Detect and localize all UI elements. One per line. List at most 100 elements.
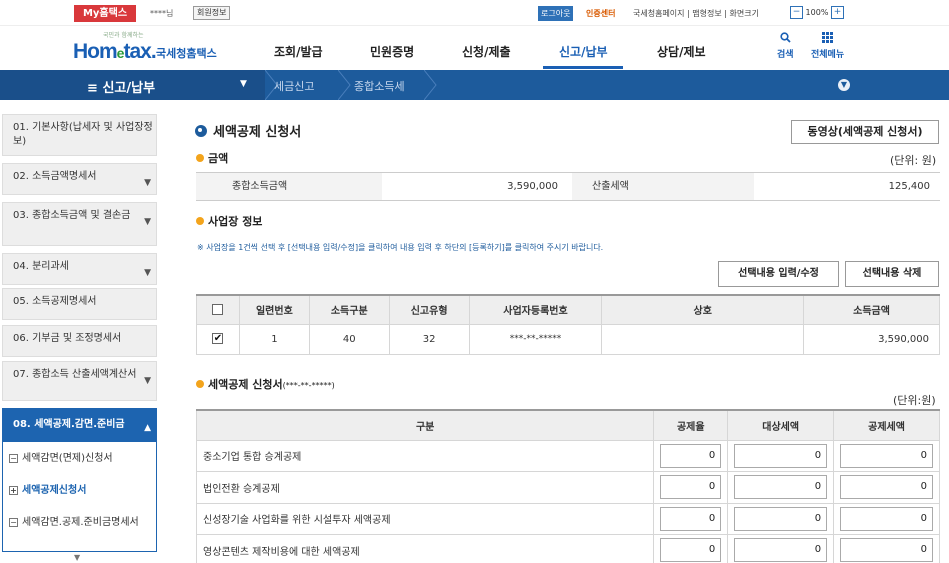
deduct-tax-input[interactable]: 0 — [840, 475, 933, 500]
sidebar-item-calc-tax[interactable]: 07. 종합소득 산출세액계산서 ▼ — [2, 361, 157, 401]
grid-icon — [811, 32, 844, 47]
target-tax-input[interactable]: 0 — [734, 506, 828, 531]
section-bullet-icon — [196, 154, 204, 162]
target-tax-input[interactable]: 0 — [734, 443, 828, 468]
edit-selected-button[interactable]: 선택내용 입력/수정 — [718, 261, 839, 287]
breadcrumb-tax-report[interactable]: 세금신고 — [274, 78, 314, 94]
breadcrumb-separator-icon — [424, 70, 437, 100]
gnb-menu-apply[interactable]: 신청/제출 — [462, 43, 511, 60]
sidebar-item-separate-tax[interactable]: 04. 분리과세 ▼ — [2, 253, 157, 285]
profile-button[interactable]: 회원정보 — [193, 6, 231, 20]
col-header: 공제율 — [653, 409, 729, 441]
col-header: 소득구분 — [308, 294, 390, 325]
gnb-menu-inquiry[interactable]: 조회/발급 — [274, 43, 323, 60]
business-name-cell — [601, 323, 805, 355]
zoom-control: − 100% + — [790, 6, 844, 19]
page-title: 세액공제 신청서 — [195, 121, 301, 140]
chevron-down-icon: ▼ — [144, 376, 151, 386]
zoom-value: 100% — [805, 8, 829, 17]
target-tax-input[interactable]: 0 — [734, 538, 828, 563]
sidebar-submenu: − 세액감면(면제)신청서 + 세액공제신청서 − 세액감면.공제.준비금명세서 — [2, 441, 157, 552]
gnb-menu-report[interactable]: 신고/납부 — [559, 43, 608, 60]
amount-section-title: 금액 — [196, 150, 228, 166]
total-income-value: 3,590,000 — [507, 181, 558, 192]
gnb-menu-certificate[interactable]: 민원증명 — [370, 43, 414, 60]
table-row: 중소기업 통합 승계공제 0 0 0 — [195, 439, 940, 472]
notice-text: ※ 사업장을 1건씩 선택 후 [선택내용 입력/수정]을 클릭하여 내용 입력… — [197, 243, 604, 252]
section-bullet-icon — [196, 380, 204, 388]
rate-input[interactable]: 0 — [660, 443, 722, 468]
menu-title[interactable]: ≡ 신고/납부 — [87, 77, 155, 96]
table-row: 영상콘텐츠 제작비용에 대한 세액공제 0 0 0 — [195, 534, 940, 563]
submenu-item-tax-credit[interactable]: + 세액공제신청서 — [9, 484, 86, 497]
zoom-in-button[interactable]: + — [830, 6, 844, 19]
collapse-box-icon: − — [9, 517, 18, 527]
total-income-label: 종합소득금액 — [196, 173, 382, 200]
sidebar-item-tax-credit[interactable]: 08. 세액공제.감면.준비금 ▲ — [2, 408, 157, 442]
expand-circle-icon[interactable]: ▼ — [838, 79, 850, 91]
deduction-unit: (단위:원) — [893, 394, 936, 407]
delete-selected-button[interactable]: 선택내용 삭제 — [845, 261, 939, 287]
utility-links[interactable]: 국세청홈페이지 | 맵형정보 | 화면크기 — [633, 8, 759, 19]
calc-tax-label: 산출세액 — [572, 173, 754, 200]
select-all-checkbox[interactable] — [212, 304, 224, 315]
chevron-down-icon: ▼ — [144, 217, 151, 227]
deduct-tax-input[interactable]: 0 — [840, 538, 933, 563]
location-bar: ≡ 신고/납부 ▼ 세금신고 종합소득세 ▼ — [0, 70, 949, 100]
target-tax-input[interactable]: 0 — [734, 475, 828, 500]
serial-cell: 1 — [238, 323, 310, 355]
income-amount-cell: 3,590,000 — [803, 323, 940, 355]
rate-input[interactable]: 0 — [660, 506, 722, 531]
chevron-up-icon: ▲ — [142, 421, 151, 435]
my-hometax-button[interactable]: My홈택스 — [74, 5, 136, 22]
dropdown-triangle-icon[interactable]: ▼ — [240, 79, 247, 89]
deduction-section-title: 세액공제 신청서(***-**-*****) — [196, 376, 335, 392]
col-header: 대상세액 — [727, 409, 835, 441]
logo-korean: 국세청홈택스 — [156, 47, 217, 60]
video-help-button[interactable]: 동영상(세액공제 신청서) — [791, 120, 939, 144]
reg-no-cell: ***-**-***** — [468, 323, 603, 355]
col-header: 구분 — [195, 409, 655, 441]
deduct-tax-input[interactable]: 0 — [840, 506, 933, 531]
biz-section-title: 사업장 정보 — [196, 213, 262, 229]
expand-box-icon: + — [9, 485, 18, 495]
row-checkbox[interactable]: ✔ — [212, 333, 224, 345]
col-header: 상호 — [601, 294, 805, 325]
utility-bar: My홈택스 ****님 회원정보 로그아웃 인증센터 국세청홈페이지 | 맵형정… — [0, 0, 949, 26]
deduction-label: 신성장기술 사업화를 위한 시설투자 세액공제 — [195, 502, 655, 535]
breadcrumb-income-tax[interactable]: 종합소득세 — [354, 78, 405, 94]
rate-input[interactable]: 0 — [660, 475, 722, 500]
sidebar-item-income-statement[interactable]: 02. 소득금액명세서 ▼ — [2, 163, 157, 195]
gnb-menu-consult[interactable]: 상담/제보 — [657, 43, 706, 60]
scroll-down-icon[interactable]: ▼ — [74, 553, 80, 562]
col-header: 신고유형 — [388, 294, 470, 325]
row-select-cell: ✔ — [196, 323, 240, 355]
submenu-item-tax-reduction[interactable]: − 세액감면(면제)신청서 — [9, 452, 113, 465]
sidebar-item-total-income[interactable]: 03. 종합소득금액 및 결손금 ▼ — [2, 202, 157, 246]
hamburger-icon: ≡ — [87, 81, 98, 96]
sidebar-item-donation[interactable]: 06. 기부금 및 조정명세서 — [2, 325, 157, 357]
col-header: 소득금액 — [803, 294, 940, 325]
table-header-row: 구분 공제율 대상세액 공제세액 — [195, 409, 940, 441]
user-name: ****님 — [150, 9, 174, 18]
logout-button[interactable]: 로그아웃 — [538, 6, 574, 21]
deduct-tax-input[interactable]: 0 — [840, 443, 933, 468]
title-bullet-icon — [195, 125, 207, 137]
deduction-label: 중소기업 통합 승계공제 — [195, 439, 655, 472]
table-row: 법인전환 승계공제 0 0 0 — [195, 471, 940, 504]
chevron-down-icon: ▼ — [144, 178, 151, 188]
select-all-cell — [196, 294, 240, 325]
all-menu-button[interactable]: 전체메뉴 — [811, 32, 844, 60]
sidebar-item-basic-info[interactable]: 01. 기본사항(납세자 및 사업장정보) — [2, 114, 157, 156]
table-row[interactable]: ✔ 1 40 32 ***-**-***** 3,590,000 — [196, 323, 940, 355]
logo-brand: Hometax. — [73, 40, 157, 63]
header: 국민과 함께하는 Hometax. 국세청홈택스 조회/발급 민원증명 신청/제… — [0, 26, 949, 70]
sidebar-item-deduction-statement[interactable]: 05. 소득공제명세서 — [2, 288, 157, 320]
deduction-label: 법인전환 승계공제 — [195, 471, 655, 504]
rate-input[interactable]: 0 — [660, 538, 722, 563]
collapse-box-icon: − — [9, 453, 18, 463]
zoom-out-button[interactable]: − — [790, 6, 803, 19]
search-button[interactable]: 검색 — [777, 32, 794, 60]
submenu-item-reduction-statement[interactable]: − 세액감면.공제.준비금명세서 — [9, 516, 139, 529]
cert-center-link[interactable]: 인증센터 — [586, 8, 615, 19]
